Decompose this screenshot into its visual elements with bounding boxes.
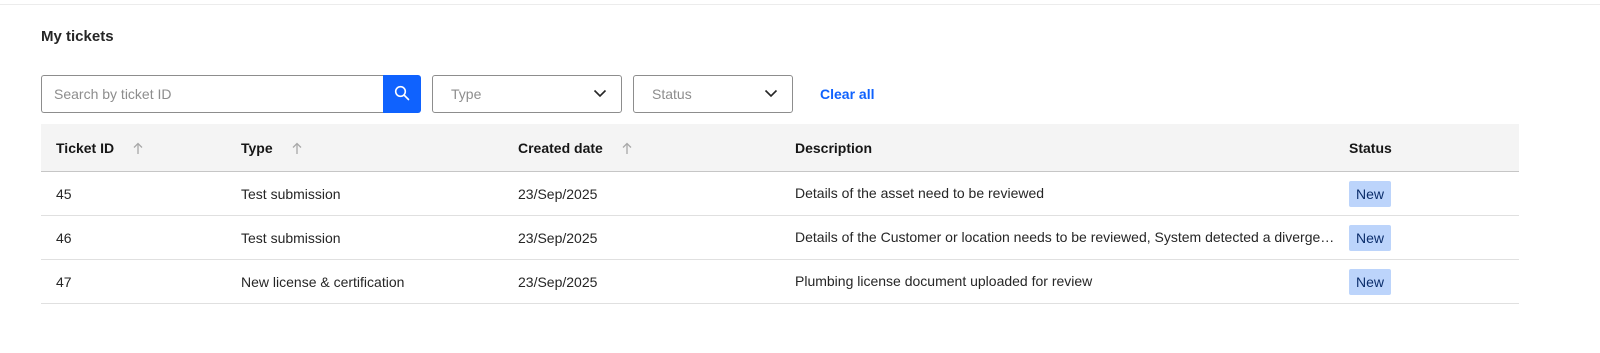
cell-type: New license & certification: [241, 273, 405, 290]
clear-all-link[interactable]: Clear all: [820, 86, 874, 102]
column-header-label: Ticket ID: [56, 140, 115, 156]
table-header: Ticket ID Type Created date Description …: [41, 124, 1519, 172]
top-divider: [0, 4, 1600, 5]
table-row[interactable]: 46 Test submission 23/Sep/2025 Details o…: [41, 216, 1519, 260]
status-dropdown-label: Status: [652, 86, 692, 102]
table-row[interactable]: 45 Test submission 23/Sep/2025 Details o…: [41, 172, 1519, 216]
page-title: My tickets: [41, 28, 114, 45]
cell-description: Plumbing license document uploaded for r…: [795, 273, 1093, 289]
arrow-up-icon[interactable]: [621, 142, 633, 155]
cell-status: New: [1349, 216, 1392, 259]
cell-type: Test submission: [241, 185, 341, 202]
tickets-table: Ticket ID Type Created date Description …: [41, 124, 1519, 304]
status-badge: New: [1349, 268, 1392, 295]
cell-created-date: 23/Sep/2025: [518, 229, 598, 246]
column-header-created-date[interactable]: Created date: [518, 124, 633, 172]
cell-description: Details of the Customer or location need…: [795, 229, 1335, 245]
arrow-up-icon[interactable]: [132, 142, 144, 155]
status-badge: New: [1349, 180, 1392, 207]
column-header-label: Status: [1349, 140, 1392, 156]
search-input[interactable]: [41, 75, 383, 113]
type-dropdown[interactable]: Type: [432, 75, 622, 113]
column-header-description: Description: [795, 124, 1335, 172]
search-icon: [394, 85, 410, 104]
cell-status: New: [1349, 260, 1392, 303]
cell-ticket-id: 46: [56, 229, 72, 246]
search-button[interactable]: [383, 75, 421, 113]
cell-description: Details of the asset need to be reviewed: [795, 185, 1045, 201]
arrow-up-icon[interactable]: [291, 142, 303, 155]
filter-toolbar: Type Status Clear all: [41, 75, 874, 113]
cell-created-date: 23/Sep/2025: [518, 185, 598, 202]
type-dropdown-label: Type: [451, 86, 482, 102]
column-header-type[interactable]: Type: [241, 124, 303, 172]
cell-ticket-id: 45: [56, 185, 72, 202]
status-dropdown[interactable]: Status: [633, 75, 793, 113]
chevron-down-icon: [593, 85, 607, 103]
cell-created-date: 23/Sep/2025: [518, 273, 598, 290]
column-header-status: Status: [1349, 124, 1392, 172]
column-header-label: Type: [241, 140, 273, 156]
cell-type: Test submission: [241, 229, 341, 246]
status-badge: New: [1349, 224, 1392, 251]
table-row[interactable]: 47 New license & certification 23/Sep/20…: [41, 260, 1519, 304]
column-header-ticket-id[interactable]: Ticket ID: [56, 124, 144, 172]
cell-status: New: [1349, 172, 1392, 215]
chevron-down-icon: [764, 85, 778, 103]
column-header-label: Description: [795, 140, 873, 156]
cell-ticket-id: 47: [56, 273, 72, 290]
column-header-label: Created date: [518, 140, 603, 156]
search-group: [41, 75, 421, 113]
